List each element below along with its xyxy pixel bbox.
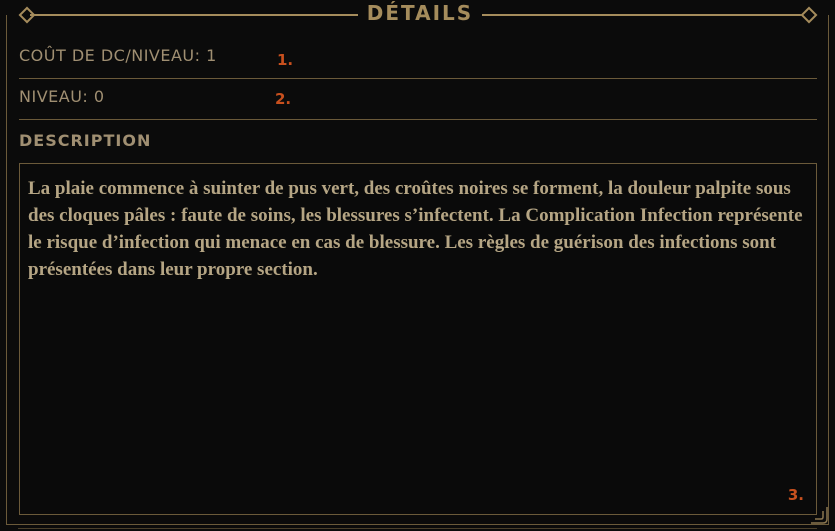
annotation-marker-3: 3. (787, 486, 804, 504)
header-divider-right (482, 14, 804, 16)
diamond-icon (800, 6, 818, 24)
frame-bottom-border (6, 524, 829, 525)
panel-header: DÉTAILS (0, 0, 835, 30)
description-heading: DESCRIPTION (19, 131, 152, 150)
header-divider-left (30, 14, 358, 16)
annotation-marker-1: 1. (277, 51, 294, 69)
frame-right-border (828, 15, 829, 525)
cost-label: COÛT DE DC/NIVEAU: (19, 46, 201, 65)
description-text[interactable]: La plaie commence à suinter de pus vert,… (28, 175, 808, 283)
level-value[interactable]: 0 (94, 87, 105, 106)
level-row: NIVEAU: 0 2. (19, 79, 817, 120)
description-textarea[interactable]: La plaie commence à suinter de pus vert,… (19, 163, 817, 515)
level-field: NIVEAU: 0 (19, 87, 105, 106)
frame-left-border (6, 15, 7, 525)
cost-row: COÛT DE DC/NIVEAU: 1 1. (19, 38, 817, 79)
annotation-marker-2: 2. (275, 90, 292, 108)
cost-field: COÛT DE DC/NIVEAU: 1 (19, 46, 217, 65)
panel-title: DÉTAILS (366, 1, 474, 25)
resize-grip-icon[interactable] (809, 505, 829, 525)
frame-bottom-inner-border (18, 528, 817, 529)
details-panel: DÉTAILS COÛT DE DC/NIVEAU: 1 1. NIVEAU: … (0, 0, 835, 531)
level-label: NIVEAU: (19, 87, 89, 106)
cost-value[interactable]: 1 (206, 46, 217, 65)
